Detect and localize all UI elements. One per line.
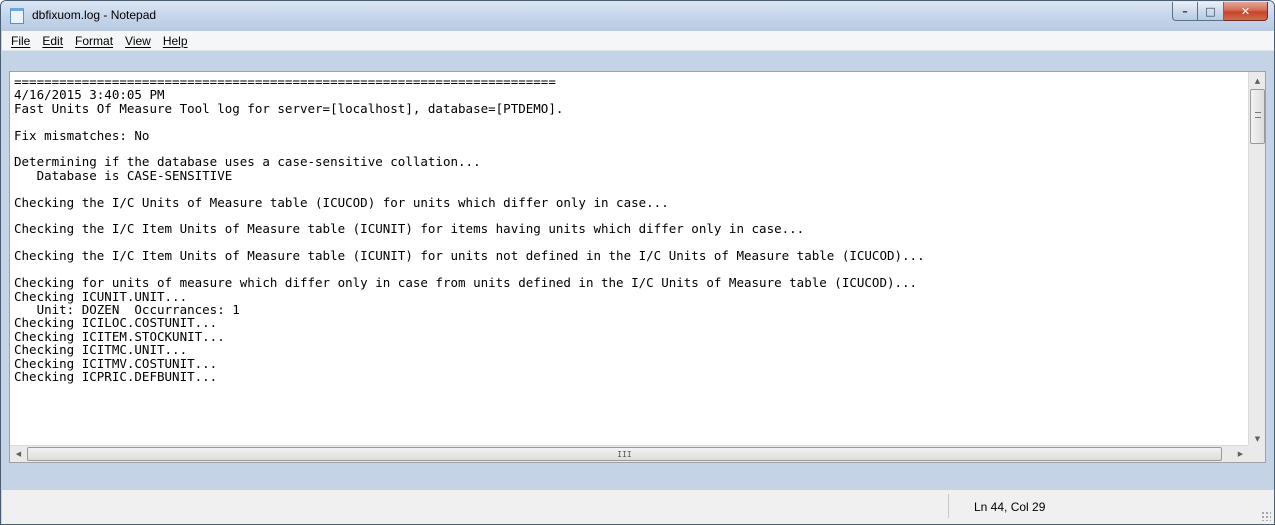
scroll-right-button[interactable]: ▶ xyxy=(1232,446,1249,462)
log-line: Database is CASE-SENSITIVE xyxy=(14,167,233,183)
menu-bar: File Edit Format View Help xyxy=(2,31,1274,51)
arrow-down-icon: ▼ xyxy=(1254,434,1261,443)
menu-edit[interactable]: Edit xyxy=(37,34,68,48)
log-line: Fix mismatches: No xyxy=(14,127,150,143)
close-button[interactable]: ✕ xyxy=(1224,2,1268,21)
notepad-icon[interactable] xyxy=(10,8,24,24)
cursor-position: Ln 44, Col 29 xyxy=(974,500,1046,514)
status-divider xyxy=(948,494,949,518)
notepad-window: dbfixuom.log - Notepad – □ ✕ File Edit F… xyxy=(0,0,1275,525)
log-line: Fast Units Of Measure Tool log for serve… xyxy=(14,100,564,116)
horizontal-scroll-thumb[interactable]: III xyxy=(27,447,1222,461)
maximize-button[interactable]: □ xyxy=(1198,2,1224,21)
grip-icon: III xyxy=(617,449,632,459)
scroll-up-button[interactable]: ▲ xyxy=(1249,72,1265,89)
log-line: Checking the I/C Item Units of Measure t… xyxy=(14,221,805,237)
horizontal-scrollbar[interactable]: ◀ III ▶ xyxy=(10,445,1249,462)
text-area[interactable]: ========================================… xyxy=(10,72,1249,447)
resize-grip-icon[interactable] xyxy=(1261,511,1271,521)
arrow-up-icon: ▲ xyxy=(1254,76,1261,85)
log-line: Checking the I/C Item Units of Measure t… xyxy=(14,248,925,264)
title-bar[interactable]: dbfixuom.log - Notepad – □ ✕ xyxy=(1,1,1274,31)
minimize-icon: – xyxy=(1182,4,1188,18)
window-title: dbfixuom.log - Notepad xyxy=(32,8,157,22)
menu-format[interactable]: Format xyxy=(70,34,118,48)
maximize-icon: □ xyxy=(1205,4,1216,18)
menu-file[interactable]: File xyxy=(6,34,35,48)
arrow-right-icon: ▶ xyxy=(1237,450,1244,458)
vertical-scrollbar[interactable]: ▲ ▼ xyxy=(1248,72,1265,447)
close-icon: ✕ xyxy=(1240,4,1251,18)
log-line: Checking the I/C Units of Measure table … xyxy=(14,194,669,210)
vertical-scroll-thumb[interactable] xyxy=(1250,89,1265,144)
menu-view[interactable]: View xyxy=(120,34,156,48)
scrollbar-corner xyxy=(1248,445,1265,462)
status-bar: Ln 44, Col 29 xyxy=(2,489,1274,524)
minimize-button[interactable]: – xyxy=(1172,2,1198,21)
caption-buttons: – □ ✕ xyxy=(1172,2,1268,22)
text-editor[interactable]: ========================================… xyxy=(9,71,1266,463)
grip-icon xyxy=(1255,112,1261,118)
menu-help[interactable]: Help xyxy=(158,34,193,48)
scroll-left-button[interactable]: ◀ xyxy=(10,446,27,462)
arrow-left-icon: ◀ xyxy=(15,450,22,458)
log-content[interactable]: ========================================… xyxy=(10,72,1249,386)
log-line: Checking ICPRIC.DEFBUNIT... xyxy=(14,368,218,384)
